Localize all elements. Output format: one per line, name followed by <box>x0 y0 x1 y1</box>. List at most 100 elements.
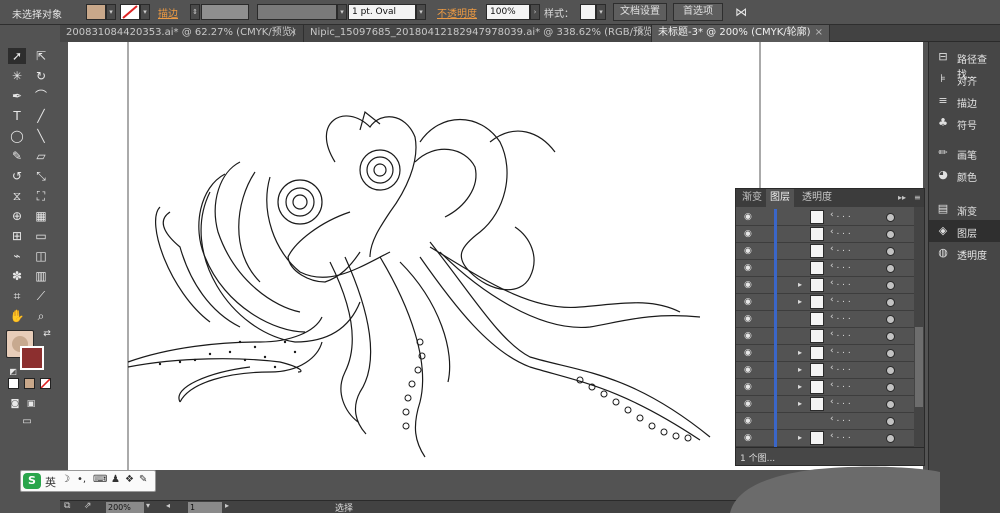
layer-name[interactable]: ‹ . . . <box>830 414 851 424</box>
expand-arrow-icon[interactable]: ▸ <box>798 399 802 408</box>
layer-target-icon[interactable] <box>886 298 895 307</box>
visibility-eye-icon[interactable]: ◉ <box>744 246 752 256</box>
perspective-grid-tool-icon[interactable]: ▦ <box>32 208 50 224</box>
scrollbar-thumb[interactable] <box>915 327 923 407</box>
layer-target-icon[interactable] <box>886 400 895 409</box>
opacity-link[interactable]: 不透明度 <box>437 5 477 20</box>
artboard-number-field[interactable]: 1 <box>188 502 222 513</box>
keyboard-icon[interactable]: ⌨ <box>93 474 107 485</box>
visibility-eye-icon[interactable]: ◉ <box>744 331 752 341</box>
line-tool-icon[interactable]: ╱ <box>32 108 50 124</box>
layer-name[interactable]: ‹ . . . <box>830 346 851 356</box>
tab-document-1[interactable]: 200831084420353.ai* @ 62.27% (CMYK/预览) × <box>60 25 304 42</box>
panel-menu-icon[interactable]: ≡ <box>910 189 925 207</box>
dock-item-stroke[interactable]: ≡ 描边 <box>929 90 1000 112</box>
layer-name[interactable]: ‹ . . . <box>830 397 851 407</box>
artboard-tool-icon[interactable]: ⌗ <box>8 288 26 304</box>
visibility-eye-icon[interactable]: ◉ <box>744 229 752 239</box>
next-artboard-icon[interactable]: ▸ <box>225 501 229 510</box>
gradient-mode-icon[interactable] <box>24 378 35 389</box>
hand-tool-icon[interactable]: ✋ <box>8 308 26 324</box>
layer-row[interactable]: ◉ ‹ . . . <box>736 311 914 328</box>
layers-scrollbar[interactable] <box>914 207 924 449</box>
user-icon[interactable]: ♟ <box>111 474 120 485</box>
tab-layers[interactable]: 图层 <box>766 189 794 207</box>
layer-name[interactable]: ‹ . . . <box>830 329 851 339</box>
arrange-documents-icon[interactable]: ⋈ <box>732 4 750 20</box>
layer-row[interactable]: ◉ ▸ ‹ . . . <box>736 345 914 362</box>
collapse-panel-icon[interactable]: ▸▸ <box>894 189 910 207</box>
dock-item-transparency[interactable]: ◍ 透明度 <box>929 242 1000 264</box>
stroke-weight-field[interactable] <box>201 4 249 20</box>
stroke-weight-stepper[interactable]: ⇕ <box>190 4 200 20</box>
layer-target-icon[interactable] <box>886 315 895 324</box>
layer-target-icon[interactable] <box>886 332 895 341</box>
column-graph-tool-icon[interactable]: ▥ <box>32 268 50 284</box>
visibility-eye-icon[interactable]: ◉ <box>744 348 752 358</box>
expand-arrow-icon[interactable]: ▸ <box>798 348 802 357</box>
layer-row[interactable]: ◉ ‹ . . . <box>736 413 914 430</box>
moon-icon[interactable]: ☽ <box>61 474 70 485</box>
layer-target-icon[interactable] <box>886 247 895 256</box>
dock-item-color[interactable]: ◕ 颜色 <box>929 164 1000 186</box>
direct-selection-tool-icon[interactable]: ⇱ <box>32 48 50 64</box>
layer-name[interactable]: ‹ . . . <box>830 261 851 271</box>
gradient-tool-icon[interactable]: ▭ <box>32 228 50 244</box>
visibility-eye-icon[interactable]: ◉ <box>744 280 752 290</box>
dock-item-brush[interactable]: ✏ 画笔 <box>929 142 1000 164</box>
export-icon[interactable]: ⇗ <box>84 501 92 511</box>
layer-name[interactable]: ‹ . . . <box>830 210 851 220</box>
fill-dropdown-icon[interactable]: ▾ <box>106 4 116 20</box>
close-tab-icon[interactable]: × <box>289 25 297 41</box>
tab-document-2[interactable]: Nipic_15097685_20180412182947978039.ai* … <box>304 25 652 42</box>
expand-arrow-icon[interactable]: ▸ <box>798 433 802 442</box>
close-tab-icon[interactable]: × <box>637 25 645 41</box>
layer-row[interactable]: ◉ ▸ ‹ . . . <box>736 396 914 413</box>
scale-tool-icon[interactable]: ⤡ <box>32 168 50 184</box>
brush-profile-dropdown-icon[interactable]: ▾ <box>416 4 426 20</box>
opacity-field[interactable]: 100% <box>486 4 530 20</box>
dock-item-align[interactable]: ⊧ 对齐 <box>929 68 1000 90</box>
mesh-tool-icon[interactable]: ⊞ <box>8 228 26 244</box>
layer-row[interactable]: ◉ ▸ ‹ . . . <box>736 379 914 396</box>
change-screen-mode-icon[interactable]: ▭ <box>18 414 36 430</box>
tab-gradient[interactable]: 渐变 <box>738 189 766 207</box>
layer-row[interactable]: ◉ ‹ . . . <box>736 260 914 277</box>
layer-name[interactable]: ‹ . . . <box>830 227 851 237</box>
visibility-eye-icon[interactable]: ◉ <box>744 399 752 409</box>
selection-tool-icon[interactable]: ➚ <box>8 48 26 64</box>
layer-target-icon[interactable] <box>886 417 895 426</box>
shape-builder-tool-icon[interactable]: ⊕ <box>8 208 26 224</box>
visibility-eye-icon[interactable]: ◉ <box>744 297 752 307</box>
eraser-tool-icon[interactable]: ▱ <box>32 148 50 164</box>
dock-item-pathfinder[interactable]: ⊟ 路径查找... <box>929 46 1000 81</box>
prev-artboard-icon[interactable]: ◂ <box>166 501 170 510</box>
blend-tool-icon[interactable]: ◫ <box>32 248 50 264</box>
layer-target-icon[interactable] <box>886 349 895 358</box>
magic-wand-tool-icon[interactable]: ✳ <box>8 68 26 84</box>
layer-name[interactable]: ‹ . . . <box>830 244 851 254</box>
layer-name[interactable]: ‹ . . . <box>830 380 851 390</box>
layer-name[interactable]: ‹ . . . <box>830 431 851 441</box>
zoom-dropdown-icon[interactable]: ▾ <box>146 501 150 510</box>
visibility-eye-icon[interactable]: ◉ <box>744 212 752 222</box>
layer-target-icon[interactable] <box>886 434 895 443</box>
stroke-dropdown-icon[interactable]: ▾ <box>140 4 150 20</box>
pencil-tool-icon[interactable]: ✎ <box>8 148 26 164</box>
symbol-sprayer-tool-icon[interactable]: ✽ <box>8 268 26 284</box>
opacity-dropdown-icon[interactable]: › <box>530 4 540 20</box>
layer-target-icon[interactable] <box>886 230 895 239</box>
brush-profile-field[interactable]: 1 pt. Oval <box>348 4 416 20</box>
width-tool-icon[interactable]: ⧖ <box>8 188 26 204</box>
layer-target-icon[interactable] <box>886 264 895 273</box>
stroke-swatch[interactable] <box>120 4 140 20</box>
dock-item-gradient[interactable]: ▤ 渐变 <box>929 198 1000 220</box>
visibility-eye-icon[interactable]: ◉ <box>744 365 752 375</box>
layer-row[interactable]: ◉ ▸ ‹ . . . <box>736 277 914 294</box>
curvature-tool-icon[interactable]: ⌒ <box>32 88 50 104</box>
style-swatch[interactable] <box>580 4 596 20</box>
layer-name[interactable]: ‹ . . . <box>830 312 851 322</box>
visibility-eye-icon[interactable]: ◉ <box>744 433 752 443</box>
stroke-color-icon[interactable] <box>20 346 44 370</box>
document-setup-button[interactable]: 文档设置 <box>613 3 667 21</box>
